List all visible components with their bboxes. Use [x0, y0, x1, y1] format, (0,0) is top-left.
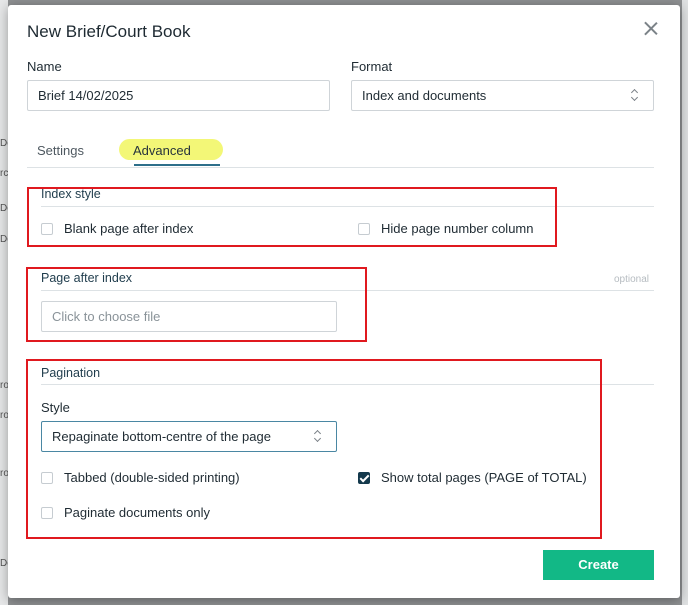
checkbox-box[interactable] [358, 222, 370, 235]
tab-bar: Settings Advanced [27, 135, 654, 168]
tab-settings[interactable]: Settings [37, 143, 84, 158]
checkbox-label: Tabbed (double-sided printing) [64, 470, 240, 485]
section-divider [41, 384, 654, 385]
pagination-style-select[interactable]: Repaginate bottom-centre of the page [41, 421, 337, 452]
checkbox-label: Paginate documents only [64, 505, 210, 520]
active-tab-indicator [134, 164, 220, 166]
format-label: Format [351, 59, 393, 74]
index-style-heading: Index style [41, 187, 101, 201]
hide-page-number-column-checkbox[interactable]: Hide page number column [358, 221, 533, 236]
chevron-updown-icon [314, 430, 322, 442]
new-brief-dialog: New Brief/Court Book Name Brief 14/02/20… [8, 5, 680, 598]
section-divider [41, 290, 654, 291]
blank-page-after-index-checkbox[interactable]: Blank page after index [41, 221, 193, 236]
show-total-pages-checkbox[interactable]: Show total pages (PAGE of TOTAL) [358, 470, 587, 485]
dialog-title: New Brief/Court Book [27, 22, 191, 41]
chevron-updown-icon [631, 89, 639, 101]
tabbed-printing-checkbox[interactable]: Tabbed (double-sided printing) [41, 470, 240, 485]
choose-file-input[interactable]: Click to choose file [41, 301, 337, 332]
create-button[interactable]: Create [543, 550, 654, 580]
style-label: Style [41, 400, 70, 415]
checkbox-label: Blank page after index [64, 221, 194, 236]
format-select-value: Index and documents [362, 88, 487, 103]
section-divider [41, 206, 654, 207]
paginate-documents-only-checkbox[interactable]: Paginate documents only [41, 505, 210, 520]
pagination-heading: Pagination [41, 366, 101, 380]
checkbox-box[interactable] [41, 471, 53, 484]
checkmark-icon[interactable] [358, 471, 370, 484]
name-input[interactable]: Brief 14/02/2025 [27, 80, 330, 111]
checkbox-box[interactable] [41, 222, 53, 235]
tab-advanced[interactable]: Advanced [133, 143, 191, 158]
annotation-box-index-style [27, 187, 557, 247]
page-after-index-heading: Page after index [41, 271, 133, 285]
background-page-edge: Do rc Do Do ro ro ro Do [0, 0, 13, 605]
pagination-style-value: Repaginate bottom-centre of the page [52, 429, 271, 444]
name-label: Name [27, 59, 62, 74]
checkbox-label: Hide page number column [381, 221, 534, 236]
close-icon[interactable] [641, 19, 661, 39]
checkbox-label: Show total pages (PAGE of TOTAL) [381, 470, 587, 485]
format-select[interactable]: Index and documents [351, 80, 654, 111]
checkbox-box[interactable] [41, 506, 53, 519]
background-page-edge-right [682, 0, 688, 605]
optional-hint: optional [614, 274, 650, 285]
